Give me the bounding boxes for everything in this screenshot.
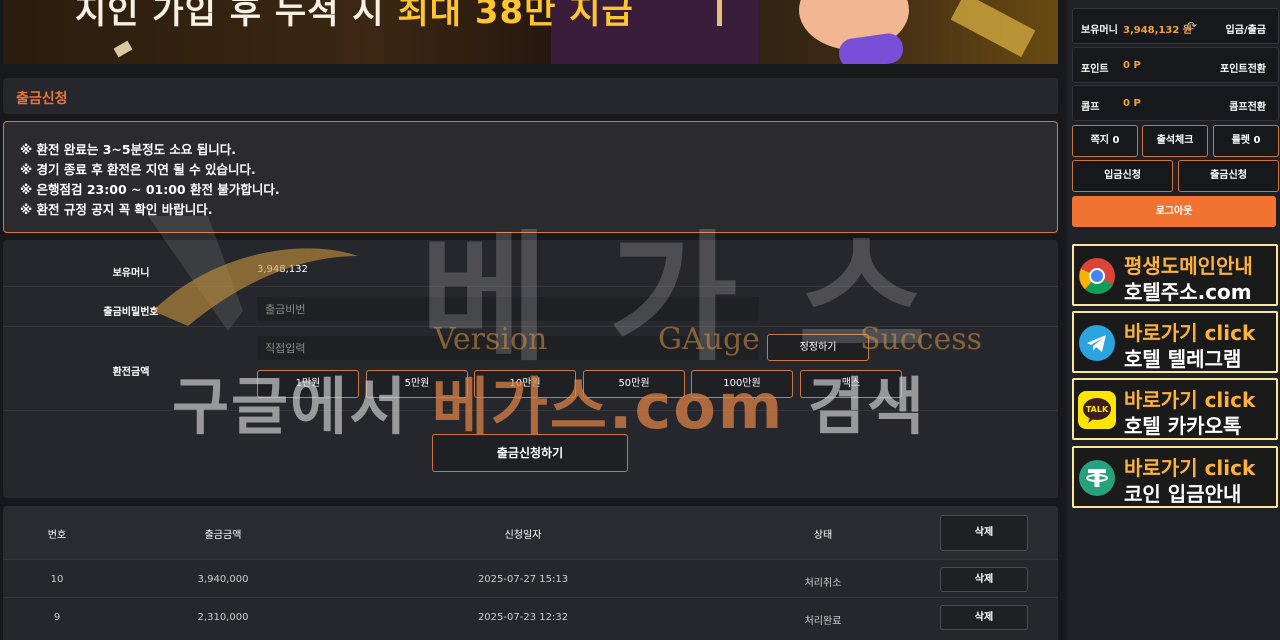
sidebar-point-row: 포인트 0 P 포인트전환: [1072, 47, 1279, 83]
table-row: 9 2,310,000 2025-07-23 12:32 처리완료 삭제: [3, 597, 1058, 635]
comp-convert-link[interactable]: 콤프전환: [1229, 98, 1266, 113]
page-title: 출금신청: [16, 91, 68, 107]
notice-line: ※ 은행점검 23:00 ~ 01:00 환전 불가합니다.: [20, 182, 280, 197]
refresh-icon[interactable]: ⟳: [1187, 19, 1197, 33]
row-amount: 3,940,000: [197, 574, 249, 585]
row-status: 처리완료: [804, 616, 842, 627]
logout-button[interactable]: 로그아웃: [1072, 196, 1276, 227]
sidebar-point-label: 포인트: [1081, 64, 1109, 75]
banner-ribbon: [717, 0, 722, 26]
row-date: 2025-07-27 15:13: [477, 574, 569, 585]
amount-100k-button[interactable]: 10만원: [474, 370, 576, 398]
row-delete-button[interactable]: 삭제: [940, 605, 1028, 630]
amount-10k-button[interactable]: 1만원: [257, 370, 359, 398]
table-header: 번호 출금금액 신청일자 상태 삭제: [3, 506, 1058, 559]
amount-max-button[interactable]: 맥스: [800, 370, 902, 398]
main-content: 지인 가입 후 누적 시 최대 38만 지급 출금신청 ※ 환전 완료는 3~5…: [0, 0, 1064, 640]
banner-text-highlight: 최대 38만 지급: [397, 0, 634, 32]
promo-line2: 호텔주소.com: [1124, 280, 1252, 304]
promo-line2: 호텔 카카오톡: [1124, 414, 1242, 438]
sidebar-comp-row: 콤프 0 P 콤프전환: [1072, 85, 1279, 121]
deposit-withdraw-link[interactable]: 입금/출금: [1226, 21, 1266, 36]
row-no: 9: [53, 612, 61, 623]
form-divider: [3, 326, 1058, 327]
sidebar-balance-row: 보유머니 3,948,132 원 ⟳ 입금/출금: [1072, 8, 1279, 44]
row-no: 10: [50, 574, 64, 585]
notice-line: ※ 경기 종료 후 환전은 지연 될 수 있습니다.: [20, 162, 256, 177]
promo-line1: 평생도메인안내: [1124, 254, 1253, 278]
banner-gold-decoration: [950, 0, 1036, 58]
telegram-icon: [1078, 324, 1116, 362]
amount-1m-button[interactable]: 100만원: [691, 370, 793, 398]
notice-box: ※ 환전 완료는 3~5분정도 소요 됩니다. ※ 경기 종료 후 환전은 지연…: [3, 121, 1058, 233]
row-status: 처리취소: [804, 578, 842, 589]
promo-kakaotalk-banner[interactable]: TALK 바로가기 click 호텔 카카오톡: [1072, 378, 1278, 440]
chrome-icon: [1078, 257, 1116, 295]
delete-all-button[interactable]: 삭제: [940, 515, 1028, 551]
column-header-status: 상태: [813, 530, 833, 541]
amount-input[interactable]: [257, 336, 759, 360]
password-label: 출금비밀번호: [103, 307, 159, 318]
amount-500k-button[interactable]: 50만원: [583, 370, 685, 398]
column-header-date: 신청일자: [504, 530, 542, 541]
balance-label: 보유머니: [112, 268, 150, 279]
tether-icon: [1078, 459, 1116, 497]
row-amount: 2,310,000: [197, 612, 249, 623]
promo-line2: 호텔 텔레그램: [1124, 347, 1242, 371]
sidebar: 보유머니 3,948,132 원 ⟳ 입금/출금 포인트 0 P 포인트전환 콤…: [1067, 0, 1280, 640]
row-date: 2025-07-23 12:32: [477, 612, 569, 623]
form-divider: [3, 410, 1058, 411]
roulette-button[interactable]: 룰렛 0: [1213, 125, 1279, 157]
withdraw-form: 보유머니 3,948,132 출금비밀번호 환전금액 정정하기 1만원 5만원 …: [3, 240, 1058, 498]
promo-line1: 바로가기 click: [1124, 388, 1256, 412]
notice-line: ※ 환전 규정 공지 꼭 확인 바랍니다.: [20, 202, 213, 217]
page-title-bar: 출금신청: [3, 78, 1058, 114]
sidebar-balance-value: 3,948,132 원: [1123, 25, 1192, 36]
table-row: 10 3,940,000 2025-07-27 15:13 처리취소 삭제: [3, 559, 1058, 597]
message-button[interactable]: 쪽지 0: [1072, 125, 1138, 157]
row-delete-button[interactable]: 삭제: [940, 567, 1028, 592]
sidebar-point-value: 0 P: [1123, 60, 1141, 71]
promo-coin-banner[interactable]: 바로가기 click 코인 입금안내: [1072, 446, 1278, 508]
sidebar-comp-label: 콤프: [1081, 102, 1100, 113]
promo-line1: 바로가기 click: [1124, 456, 1256, 480]
promo-telegram-banner[interactable]: 바로가기 click 호텔 텔레그램: [1072, 311, 1278, 373]
banner-headline: 지인 가입 후 누적 시 최대 38만 지급: [75, 0, 634, 33]
form-divider: [3, 286, 1058, 287]
amount-50k-button[interactable]: 5만원: [366, 370, 468, 398]
balance-value: 3,948,132: [257, 264, 308, 275]
kakaotalk-icon: TALK: [1078, 391, 1116, 429]
promo-line2: 코인 입금안내: [1124, 482, 1242, 506]
svg-text:TALK: TALK: [1086, 405, 1109, 414]
attendance-button[interactable]: 출석체크: [1142, 125, 1208, 157]
banner-text-prefix: 지인 가입 후 누적 시: [75, 0, 385, 32]
withdraw-password-input[interactable]: [257, 297, 759, 321]
banner-decoration: [113, 40, 133, 58]
notice-line: ※ 환전 완료는 3~5분정도 소요 됩니다.: [20, 142, 237, 157]
submit-withdraw-button[interactable]: 출금신청하기: [432, 434, 628, 472]
sidebar-balance-label: 보유머니: [1081, 25, 1118, 36]
deposit-request-button[interactable]: 입금신청: [1072, 160, 1173, 192]
amount-label: 환전금액: [112, 367, 150, 378]
withdraw-request-button[interactable]: 출금신청: [1178, 160, 1279, 192]
reset-amount-button[interactable]: 정정하기: [767, 334, 869, 361]
promo-banner[interactable]: 지인 가입 후 누적 시 최대 38만 지급: [3, 0, 1058, 64]
column-header-no: 번호: [47, 530, 67, 541]
point-convert-link[interactable]: 포인트전환: [1220, 60, 1266, 75]
withdraw-history-table: 번호 출금금액 신청일자 상태 삭제 10 3,940,000 2025-07-…: [3, 506, 1058, 640]
promo-line1: 바로가기 click: [1124, 321, 1256, 345]
sidebar-comp-value: 0 P: [1123, 98, 1141, 109]
column-header-amount: 출금금액: [204, 530, 242, 541]
promo-domain-banner[interactable]: 평생도메인안내 호텔주소.com: [1072, 244, 1278, 306]
